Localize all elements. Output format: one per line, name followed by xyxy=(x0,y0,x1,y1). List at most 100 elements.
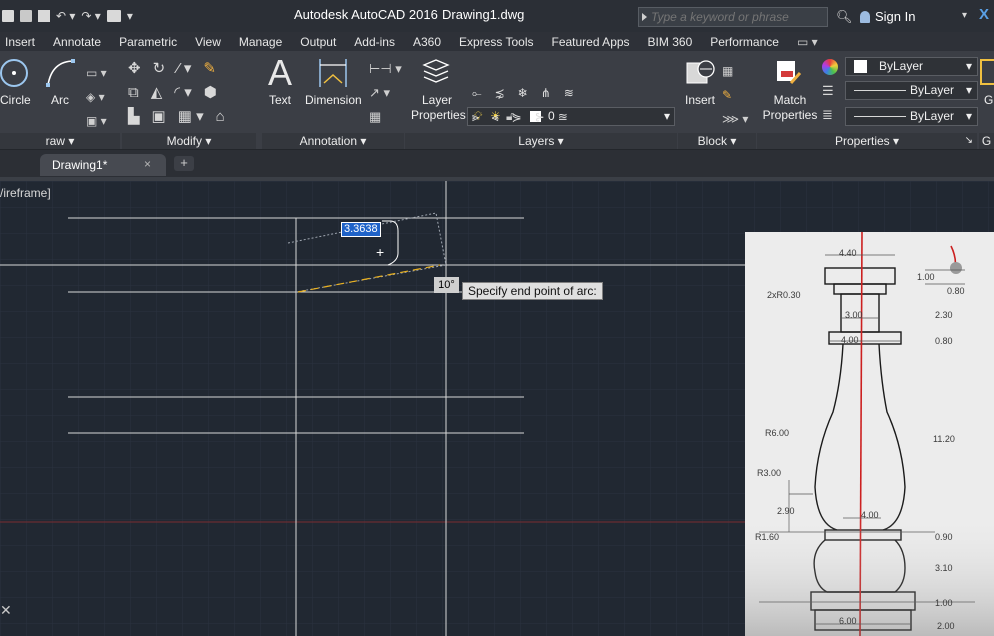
tab-annotate[interactable]: Annotate xyxy=(44,35,110,49)
tab-a360[interactable]: A360 xyxy=(404,35,450,49)
print-icon[interactable] xyxy=(38,10,50,22)
insert-button[interactable]: Insert xyxy=(685,93,715,108)
save-icon[interactable] xyxy=(2,10,14,22)
draw-small-tools: ▭ ▾ ◈ ▾ ▣ ▾ xyxy=(86,61,107,133)
lineweight-icon: ≣ xyxy=(822,107,833,122)
sign-in-button[interactable]: Sign In xyxy=(860,9,915,24)
match-properties-icon[interactable] xyxy=(773,57,803,87)
chevron-down-icon: ▾ xyxy=(966,59,973,73)
insert-block-icon[interactable] xyxy=(684,57,716,87)
erase-icon[interactable]: ✎ xyxy=(203,57,216,81)
tab-performance[interactable]: Performance xyxy=(701,35,788,49)
tab-manage[interactable]: Manage xyxy=(230,35,291,49)
block-attribute-icon[interactable]: ⋙ ▾ xyxy=(722,107,748,131)
rectangle-icon[interactable]: ▭ ▾ xyxy=(86,61,107,85)
tab-drawing1[interactable]: Drawing1* × xyxy=(40,154,166,176)
layer-lock-icon[interactable]: ⋔ xyxy=(541,81,551,105)
layer-match-icon[interactable]: ≋ xyxy=(564,81,574,105)
drawing-canvas[interactable]: /ireframe] 3.3638 + 10° Specify end poin… xyxy=(0,181,994,636)
expand-search-icon[interactable] xyxy=(642,13,647,21)
mirror-icon[interactable]: ◭ xyxy=(151,81,163,105)
panel-launcher-icon[interactable]: ↘ xyxy=(965,133,973,149)
polygon-icon[interactable]: ▣ ▾ xyxy=(86,109,107,133)
linetype-dropdown[interactable]: ByLayer ▾ xyxy=(845,81,978,100)
ribbon: Circle Arc ▭ ▾ ◈ ▾ ▣ ▾ raw ▾ ✥ ↻ ⁄ ▾ ✎ ⧉… xyxy=(0,51,994,150)
layer-isolate-icon[interactable]: ⋨ xyxy=(495,81,505,105)
dimension-icon[interactable] xyxy=(316,57,350,89)
group-icon[interactable] xyxy=(980,59,994,85)
tab-view[interactable]: View xyxy=(186,35,230,49)
panel-properties[interactable]: Properties ▾ ↘ xyxy=(757,133,977,149)
exchange-icon[interactable]: X xyxy=(979,6,989,23)
create-block-icon[interactable]: ▦ xyxy=(722,59,748,83)
layer-walk-icon[interactable]: ⪡ xyxy=(492,105,499,129)
panel-modify[interactable]: Modify ▾ xyxy=(122,133,256,149)
trim-icon[interactable]: ⁄ ▾ xyxy=(177,57,191,81)
tab-featured-apps[interactable]: Featured Apps xyxy=(542,35,638,49)
offset-icon[interactable]: ⌂ xyxy=(216,105,225,129)
stretch-icon[interactable]: ▙ xyxy=(128,105,140,129)
layer-states-icon[interactable]: ≊ xyxy=(558,105,568,129)
move-icon[interactable]: ✥ xyxy=(128,57,141,81)
layer-off-icon[interactable]: ⟜ xyxy=(472,81,482,105)
rotate-icon[interactable]: ↻ xyxy=(153,57,166,81)
edit-block-icon[interactable]: ✎ xyxy=(722,83,748,107)
undo-icon[interactable]: ↶ ▾ xyxy=(56,10,75,22)
layer-properties-icon[interactable] xyxy=(421,57,451,85)
panel-annotation[interactable]: Annotation ▾ xyxy=(262,133,404,149)
close-icon[interactable]: × xyxy=(144,157,151,171)
app-title: Autodesk AutoCAD 2016 xyxy=(294,7,438,22)
fillet-icon[interactable]: ◜ ▾ xyxy=(174,81,192,105)
layer-merge-icon[interactable]: ⋟ xyxy=(512,105,522,129)
tab-output[interactable]: Output xyxy=(291,35,345,49)
array-icon[interactable]: ▦ ▾ xyxy=(178,105,204,129)
tab-bim360[interactable]: BIM 360 xyxy=(639,35,702,49)
tab-parametric[interactable]: Parametric xyxy=(110,35,186,49)
tab-insert[interactable]: Insert xyxy=(0,35,44,49)
panel-groups[interactable]: G xyxy=(979,133,994,149)
panel-draw[interactable]: raw ▾ xyxy=(0,133,120,149)
new-tab-button[interactable]: + xyxy=(174,156,194,171)
save-as-icon[interactable] xyxy=(20,10,32,22)
text-button[interactable]: Text xyxy=(269,93,291,108)
binoculars-icon[interactable]: 🔍︎ xyxy=(836,9,853,25)
workspace-icon[interactable] xyxy=(106,10,121,22)
match-properties-button[interactable]: Match Properties xyxy=(762,93,818,123)
document-name: Drawing1.dwg xyxy=(442,7,525,22)
viewport-label[interactable]: /ireframe] xyxy=(0,186,51,200)
circle-button[interactable]: Circle xyxy=(0,93,31,108)
arc-icon[interactable] xyxy=(44,57,78,89)
hatch-icon[interactable]: ◈ ▾ xyxy=(86,85,107,109)
customize-qat-icon[interactable]: ▾ xyxy=(127,10,133,22)
circle-icon[interactable] xyxy=(0,57,32,89)
chevron-down-icon: ▾ xyxy=(966,83,973,97)
layer-delete-icon[interactable]: ⊱ xyxy=(535,105,545,129)
panel-block[interactable]: Block ▾ xyxy=(678,133,756,149)
leader-icon[interactable]: ↗ ▾ xyxy=(369,81,402,105)
scale-icon[interactable]: ▣ xyxy=(152,105,166,129)
explode-icon[interactable]: ⬢ xyxy=(204,81,217,105)
text-icon[interactable]: A xyxy=(268,53,292,93)
search-box[interactable] xyxy=(638,7,829,27)
sign-in-dropdown-icon[interactable]: ▾ xyxy=(962,10,967,21)
tab-addins[interactable]: Add-ins xyxy=(345,35,404,49)
copy-icon[interactable]: ⧉ xyxy=(128,81,139,105)
arc-button[interactable]: Arc xyxy=(51,93,69,108)
redo-icon[interactable]: ↷ ▾ xyxy=(81,10,100,22)
layer-freeze-icon[interactable]: ❄ xyxy=(518,81,528,105)
tab-express-tools[interactable]: Express Tools xyxy=(450,35,542,49)
dimension-button[interactable]: Dimension xyxy=(305,93,362,108)
chevron-down-icon: ▾ xyxy=(664,109,671,123)
color-dropdown[interactable]: ByLayer ▾ xyxy=(845,57,978,76)
angle-tooltip: 10° xyxy=(434,277,459,293)
linear-dim-icon[interactable]: ⊢⊣ ▾ xyxy=(369,57,402,81)
search-input[interactable] xyxy=(639,8,829,26)
layer-properties-button[interactable]: Layer Properties xyxy=(411,93,466,123)
dynamic-input-field[interactable]: 3.3638 xyxy=(341,222,381,237)
group-button[interactable]: G xyxy=(984,93,993,108)
ribbon-minimize-icon[interactable]: ▭ ▾ xyxy=(788,35,827,49)
panel-layers[interactable]: Layers ▾ xyxy=(405,133,677,149)
layer-current-icon[interactable]: ⪢ xyxy=(472,105,479,129)
lineweight-dropdown[interactable]: ByLayer ▾ xyxy=(845,107,978,126)
table-icon[interactable]: ▦ xyxy=(369,105,402,129)
